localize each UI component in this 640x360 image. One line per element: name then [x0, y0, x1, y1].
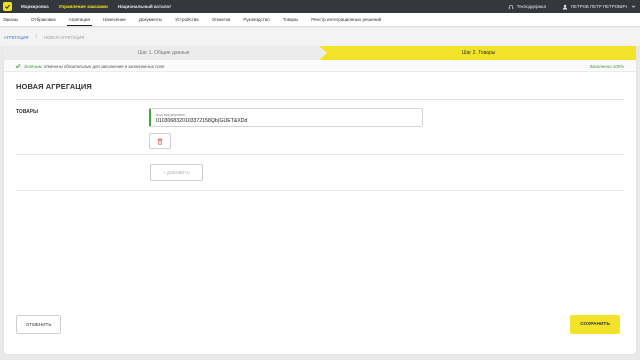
trash-icon: [157, 137, 163, 145]
user-menu[interactable]: ПЕТРОВ ПЕТР ПЕТРОВИЧ: [562, 4, 636, 10]
support-label: Техподдержка: [516, 4, 546, 9]
tab-documents[interactable]: Документы: [139, 17, 162, 26]
check-icon: [15, 64, 21, 69]
top-right-area: Техподдержка ПЕТРОВ ПЕТР ПЕТРОВИЧ: [508, 0, 636, 13]
tab-products[interactable]: Товары: [283, 17, 298, 26]
hint-text: отмечены обязательные для заполнения и з…: [43, 63, 165, 69]
page-title: НОВАЯ АГРЕГАЦИЯ: [16, 82, 92, 91]
stepper-track: [4, 46, 636, 60]
divider: [16, 99, 624, 100]
marking-code-label: Код маркировки: [156, 112, 185, 117]
required-fields-hint: Зелёным отмечены обязательные для заполн…: [24, 60, 164, 72]
hint-green-word: Зелёным: [24, 63, 42, 69]
fill-status-bar: Зелёным отмечены обязательные для заполн…: [4, 60, 636, 72]
marking-code-value[interactable]: 0103068320103372158Qb(GUET&XDd: [156, 118, 247, 124]
divider: [16, 154, 624, 155]
top-nav: Маркировка Управление заказами Националь…: [21, 4, 181, 9]
checkmark-logo-icon[interactable]: [3, 2, 12, 11]
top-bar: Маркировка Управление заказами Националь…: [0, 0, 640, 13]
tab-application[interactable]: Нанесение: [103, 17, 126, 26]
top-nav-order-management[interactable]: Управление заказами: [59, 4, 108, 9]
cancel-button[interactable]: ОТМЕНИТЬ: [16, 315, 61, 334]
top-nav-marking[interactable]: Маркировка: [21, 4, 49, 9]
main-card: Шаг 1. Общие данные Шаг 2. Товары Зелёны…: [4, 46, 636, 354]
tab-guide[interactable]: Руководство: [243, 17, 269, 26]
user-name: ПЕТРОВ ПЕТР ПЕТРОВИЧ: [570, 4, 627, 9]
breadcrumb: АГРЕГАЦИЯ / НОВАЯ АГРЕГАЦИЯ: [0, 28, 640, 46]
marking-code-field[interactable]: Код маркировки 0103068320103372158Qb(GUE…: [149, 108, 423, 127]
support-link[interactable]: Техподдержка: [508, 4, 546, 10]
tab-devices[interactable]: Устройства: [175, 17, 199, 26]
step-2-products[interactable]: Шаг 2. Товары: [462, 46, 495, 60]
tab-integration-registry[interactable]: Реестр интеграционных решений: [311, 17, 381, 26]
tab-orders[interactable]: Заказы: [3, 17, 18, 26]
divider: [16, 190, 624, 191]
add-product-button[interactable]: + ДОБАВИТЬ: [150, 164, 203, 181]
tab-aggregation[interactable]: Агрегация: [66, 17, 93, 26]
chevron-down-icon[interactable]: [631, 4, 636, 9]
stepper: Шаг 1. Общие данные Шаг 2. Товары: [4, 46, 636, 60]
tab-rejection[interactable]: Отбраковка: [31, 17, 56, 26]
top-nav-national-catalog[interactable]: Национальный каталог: [118, 4, 171, 9]
breadcrumb-aggregation-link[interactable]: АГРЕГАЦИЯ: [4, 35, 29, 40]
tab-labels[interactable]: Этикетки: [212, 17, 231, 26]
fill-percentage: Заполнено 100%: [589, 63, 624, 69]
delete-code-button[interactable]: [149, 133, 171, 149]
save-button[interactable]: СОХРАНИТЬ: [570, 315, 620, 334]
headset-icon: [508, 4, 514, 9]
products-section-label: ТОВАРЫ: [16, 109, 39, 115]
user-icon: [562, 4, 568, 10]
section-tabs: Заказы Отбраковка Агрегация Нанесение До…: [0, 13, 640, 27]
breadcrumb-separator: /: [35, 34, 37, 40]
step-1-general-data[interactable]: Шаг 1. Общие данные: [138, 46, 190, 60]
breadcrumb-current: НОВАЯ АГРЕГАЦИЯ: [43, 34, 85, 40]
